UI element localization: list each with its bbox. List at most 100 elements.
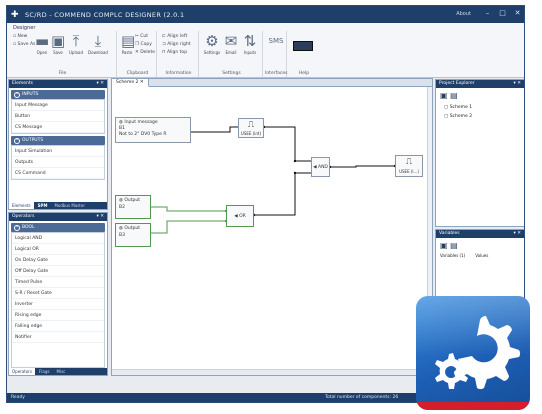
timer-block-node[interactable]: ⎍ USEE (int) (238, 118, 264, 138)
status-ready: Ready (11, 395, 25, 400)
list-item[interactable]: S-R / Reset Gate (12, 288, 104, 299)
minimize-icon[interactable]: – (483, 9, 492, 18)
canvas-horizontal-scrollbar[interactable] (112, 369, 432, 375)
list-item[interactable]: Logical AND (12, 233, 104, 244)
tree-item-scheme-2[interactable]: ▢ Scheme 2 (444, 112, 524, 121)
variables-pane: Variables ▾ ✕ ▣ ▤ Variables (1) Values (435, 229, 524, 300)
battery-icon[interactable] (293, 41, 313, 51)
io-icon: ⇅ (243, 32, 257, 50)
ribbon-group-settings: ⚙ Settings ✉ Email ⇅ Inputs Settings (201, 31, 263, 77)
output-node-title: ◍ Output (119, 198, 141, 203)
output-block-node[interactable]: ⎍ USEE (l...) (395, 155, 423, 177)
tab-flags[interactable]: Flags (36, 368, 53, 375)
close-tab-icon[interactable]: ✕ (140, 80, 144, 85)
inputs-button[interactable]: ⇅ Inputs (241, 33, 259, 55)
ribbon-group-label: Clipboard (126, 71, 149, 76)
list-item[interactable]: Off Delay Gate (12, 266, 104, 277)
align-right-button[interactable]: ⊐ Align right (162, 42, 191, 47)
maximize-icon[interactable]: □ (498, 9, 507, 18)
add-scheme-icon[interactable]: ▣ (440, 91, 448, 100)
column-header[interactable]: Variables (1) (440, 253, 465, 258)
pin-icon[interactable]: ▾ ✕ (514, 80, 521, 88)
scheme-document: Scheme 2 ✕ ◍ Input message B1 Not to 2° … (111, 78, 433, 376)
and-gate-node[interactable]: ◀ AND (311, 157, 330, 177)
output-icon: ◍ (119, 226, 123, 231)
copy-scheme-icon[interactable]: ▤ (450, 91, 458, 100)
collapse-icon: ⌃ (14, 224, 20, 231)
copy-variable-icon[interactable]: ▤ (450, 241, 458, 250)
tab-misc[interactable]: Misc (54, 368, 69, 375)
tab-operators[interactable]: Operators (9, 368, 35, 375)
align-left-button[interactable]: ⊏ Align left (162, 34, 187, 39)
list-item[interactable]: Rising edge (12, 310, 104, 321)
output-node-title: ◍ Output (119, 226, 141, 231)
section-outputs[interactable]: ⌃ OUTPUTS (11, 136, 105, 145)
copy-button[interactable]: ❐ Copy (135, 42, 152, 47)
output-block-caption: USEE (l...) (399, 169, 419, 174)
input-message-node[interactable]: ◍ Input message B1 Not to 2° DV0 Type R (115, 117, 191, 143)
cut-button[interactable]: ✂ Cut (135, 34, 148, 39)
pin-icon[interactable]: ▾ ✕ (97, 213, 104, 221)
badge-red-strip (416, 402, 530, 410)
section-inputs[interactable]: ⌃ INPUTS (11, 90, 105, 99)
upload-button[interactable]: ⤒ Upload (67, 33, 85, 55)
pin-icon[interactable]: ▾ ✕ (514, 230, 521, 238)
app-badge-icon (416, 296, 530, 410)
app-logo-icon: ✚ (11, 9, 19, 20)
list-item[interactable]: Notifier (12, 332, 104, 343)
or-gate-node[interactable]: ◀ OR (226, 205, 254, 227)
about-link[interactable]: About (456, 11, 471, 17)
variables-table-header: Variables (1) Values (436, 253, 524, 258)
tab-scheme-2[interactable]: Scheme 2 ✕ (112, 79, 149, 87)
design-canvas[interactable]: ◍ Input message B1 Not to 2° DV0 Type R … (112, 87, 432, 369)
small-saveas-button[interactable]: ▫ Save As (13, 42, 35, 47)
project-explorer-header: Project Explorer ▾ ✕ (436, 80, 524, 88)
email-button[interactable]: ✉ Email (222, 33, 240, 55)
tree-item-scheme-1[interactable]: ▢ Scheme 1 (444, 103, 524, 112)
list-item[interactable]: Logical OR (12, 244, 104, 255)
status-component-count: Total number of components: 26 (325, 395, 399, 400)
list-item[interactable]: Button (12, 111, 104, 122)
output-node-1[interactable]: ◍ Output B2 (115, 195, 151, 219)
input-message-title: ◍ Input message (119, 120, 158, 125)
column-header[interactable]: Values (475, 253, 488, 258)
tab-spm[interactable]: SPM (35, 202, 51, 209)
download-button[interactable]: ⤓ Download (87, 33, 109, 55)
document-tab-bar (112, 79, 432, 87)
list-item[interactable]: CS Message (12, 122, 104, 133)
close-icon[interactable]: ✕ (513, 9, 522, 18)
list-item[interactable]: CS Command (12, 168, 104, 179)
list-item[interactable]: Outputs (12, 157, 104, 168)
save-button[interactable]: ▣ Save (51, 33, 65, 55)
list-item[interactable]: Timed Pulse (12, 277, 104, 288)
add-variable-icon[interactable]: ▣ (440, 241, 448, 250)
output-node-value: B3 (119, 233, 125, 238)
list-item[interactable]: Input Message (12, 100, 104, 111)
pin-icon[interactable]: ▾ ✕ (97, 80, 104, 88)
upload-icon: ⤒ (72, 32, 80, 50)
settings-button[interactable]: ⚙ Settings (203, 33, 221, 55)
output-node-2[interactable]: ◍ Output B3 (115, 223, 151, 247)
sms-button[interactable]: SMS (267, 33, 285, 50)
delete-button[interactable]: ✕ Delete (135, 50, 155, 55)
open-button[interactable]: ▬ Open (35, 33, 49, 55)
collapse-icon: ⌃ (14, 91, 20, 98)
operators-list: Logical AND Logical OR On Delay Gate Off… (11, 232, 105, 368)
timer-block-caption: USEE (int) (240, 131, 262, 136)
small-new-button[interactable]: ▫ New (13, 34, 27, 39)
align-top-button[interactable]: ⊓ Align top (162, 50, 187, 55)
gear-icon: ⚙ (205, 32, 219, 50)
input-message-detail: Not to 2° DV0 Type R (119, 132, 167, 137)
list-item[interactable]: Input Simulation (12, 146, 104, 157)
variables-header: Variables ▾ ✕ (436, 230, 524, 238)
window-controls: About – □ ✕ (456, 9, 522, 18)
list-item[interactable]: Falling edge (12, 321, 104, 332)
paste-button[interactable]: ▤ Paste (121, 33, 135, 55)
ribbon-group-label: Settings (222, 71, 241, 76)
list-item[interactable]: Inverter (12, 299, 104, 310)
section-bool[interactable]: ⌃ BOOL (11, 223, 105, 232)
list-item[interactable]: On Delay Gate (12, 255, 104, 266)
tab-modbus-master[interactable]: Modbus Master (51, 202, 88, 209)
ribbon-group-label: Interfaces (265, 71, 288, 76)
tab-elements[interactable]: Elements (9, 202, 34, 209)
